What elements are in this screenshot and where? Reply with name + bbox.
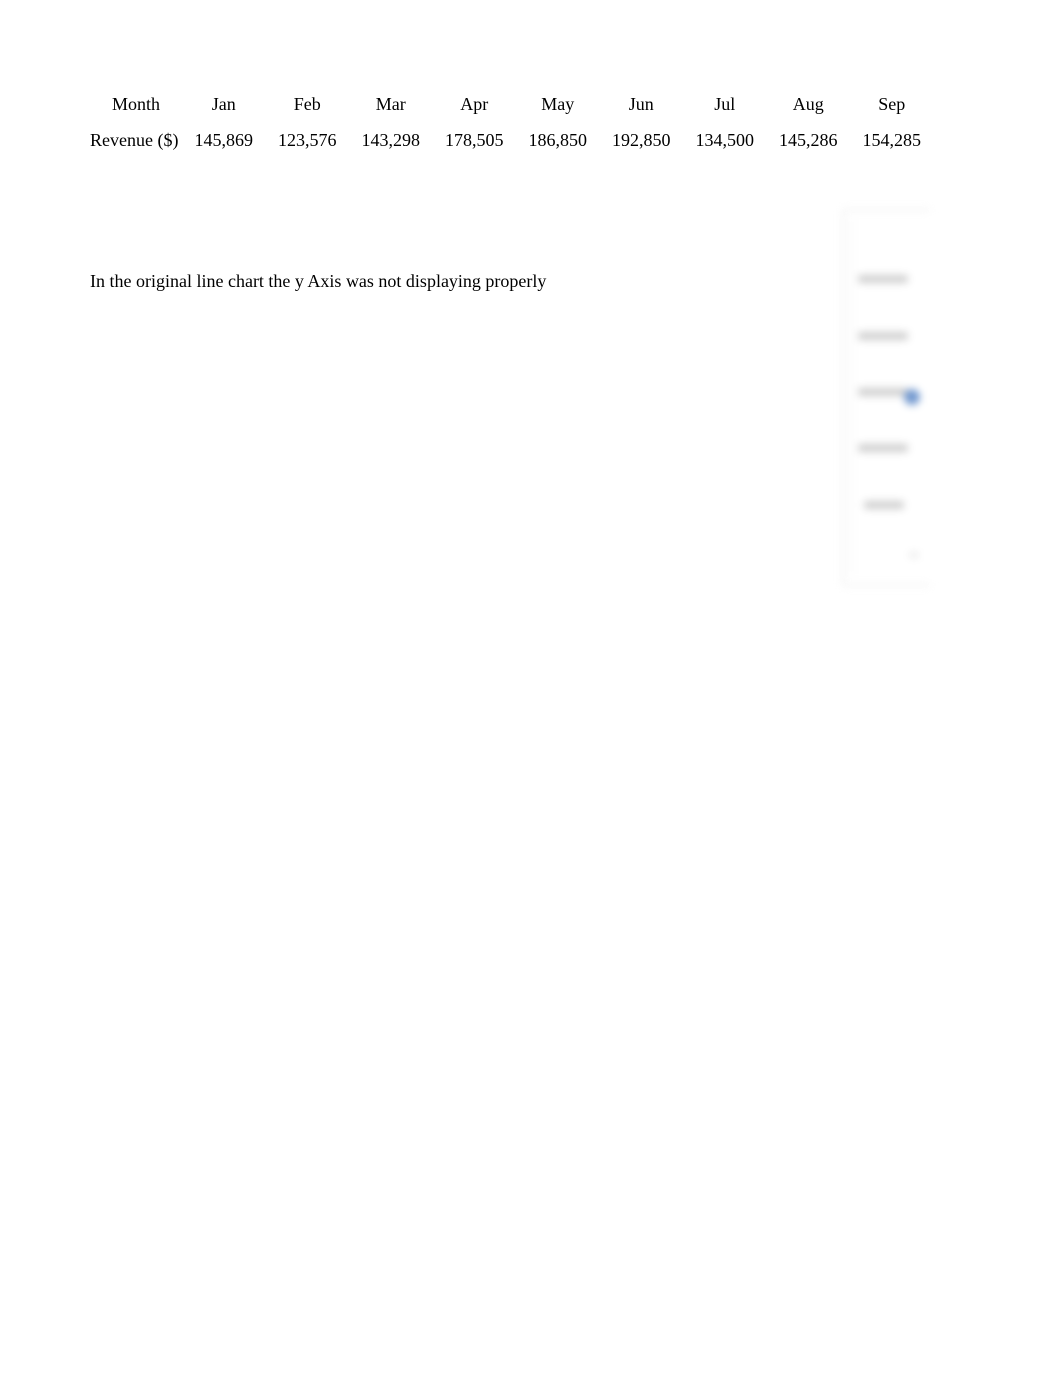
month-cell-jan: Jan [211, 94, 236, 114]
month-cell-jun: Jun [628, 94, 654, 114]
y-tick-label [858, 332, 908, 340]
month-cell-feb: Feb [293, 94, 321, 114]
month-cell-aug: Aug [792, 94, 824, 114]
revenue-row-label: Revenue ($) [90, 130, 179, 150]
revenue-cell-mar: 143,298 [361, 130, 421, 150]
revenue-cell-jul: 134,500 [695, 130, 755, 150]
blurred-chart-fragment [838, 205, 930, 590]
month-cell-may: May [541, 94, 575, 114]
chart-data-point [904, 389, 920, 405]
month-cell-mar: Mar [375, 94, 406, 114]
y-tick-label [858, 388, 908, 396]
y-tick-label [858, 275, 908, 283]
revenue-cell-sep: 154,285 [862, 130, 922, 150]
month-cell-sep: Sep [878, 94, 906, 114]
revenue-table: Month Jan Feb Mar Apr May Jun Jul Aug Se… [84, 90, 934, 162]
month-row: Month Jan Feb Mar Apr May Jun Jul Aug Se… [84, 90, 934, 118]
revenue-cell-apr: 178,505 [445, 130, 504, 150]
x-tick-mark [910, 553, 918, 557]
revenue-cell-aug: 145,286 [779, 130, 838, 150]
revenue-row: Revenue ($) 145,869 123,576 143,298 178,… [84, 118, 934, 162]
chart-axis-line [852, 219, 853, 574]
y-tick-label [858, 444, 908, 452]
revenue-cell-jan: 145,869 [194, 130, 254, 150]
month-cell-apr: Apr [460, 94, 489, 114]
chart-note: In the original line chart the y Axis wa… [90, 271, 547, 291]
month-header-label: Month [111, 94, 160, 114]
y-tick-label [864, 501, 904, 509]
revenue-cell-jun: 192,850 [612, 130, 671, 150]
revenue-cell-may: 186,850 [528, 130, 588, 150]
revenue-cell-feb: 123,576 [278, 130, 337, 150]
month-cell-jul: Jul [714, 94, 736, 114]
